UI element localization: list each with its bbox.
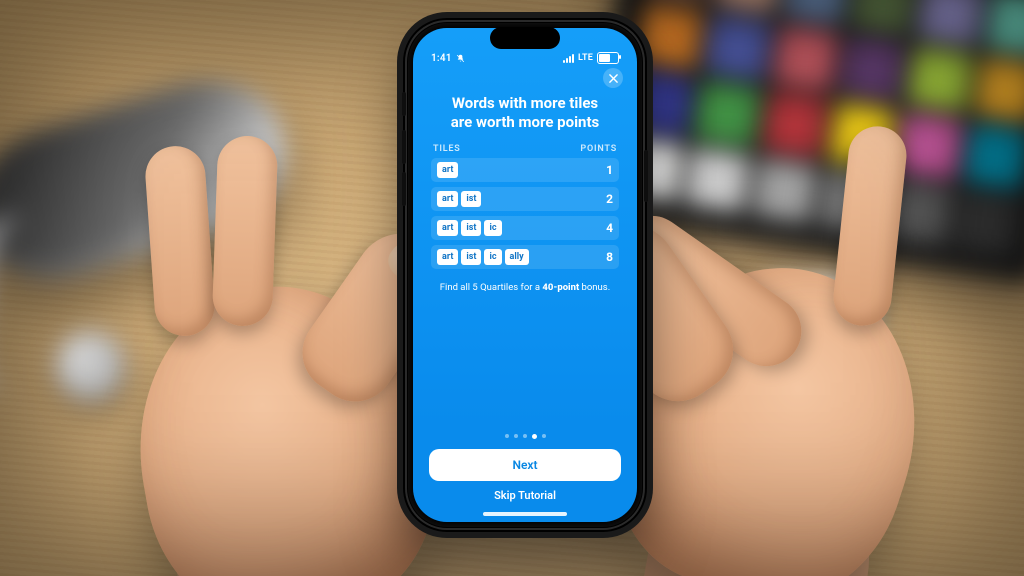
table-row: artist 2 bbox=[431, 187, 619, 211]
silent-mode-icon bbox=[456, 54, 465, 63]
bonus-prefix: Find all 5 Quartiles for a bbox=[440, 282, 543, 293]
color-swatch bbox=[705, 14, 772, 80]
color-swatch bbox=[964, 123, 1024, 189]
home-indicator[interactable] bbox=[483, 512, 567, 516]
word-tile: ic bbox=[484, 249, 501, 265]
headline-line-2: are worth more points bbox=[451, 113, 599, 131]
page-indicator[interactable] bbox=[413, 434, 637, 449]
color-swatch bbox=[783, 0, 850, 24]
word-tile: ally bbox=[505, 249, 529, 265]
network-type-label: LTE bbox=[578, 53, 593, 63]
page-dot[interactable] bbox=[523, 434, 527, 438]
iphone-device: 1:41 LTE Words with more bbox=[405, 20, 645, 530]
side-button bbox=[644, 150, 648, 202]
col-points: POINTS bbox=[580, 144, 617, 154]
word-tile: ist bbox=[461, 220, 481, 236]
points-table: TILES POINTS art1artist2artistic4artisti… bbox=[413, 142, 637, 274]
close-button[interactable] bbox=[603, 68, 623, 88]
color-swatch bbox=[985, 0, 1024, 56]
points-value: 4 bbox=[599, 221, 613, 235]
color-swatch bbox=[840, 35, 907, 101]
bonus-text: Find all 5 Quartiles for a 40-point bonu… bbox=[413, 274, 637, 293]
word-tile: ist bbox=[461, 191, 481, 207]
battery-icon bbox=[597, 52, 619, 64]
word-tile: art bbox=[437, 249, 458, 265]
dynamic-island bbox=[490, 27, 560, 49]
col-tiles: TILES bbox=[433, 144, 461, 154]
page-dot[interactable] bbox=[505, 434, 509, 438]
skip-tutorial-button[interactable]: Skip Tutorial bbox=[413, 489, 637, 512]
page-dot[interactable] bbox=[532, 434, 537, 439]
color-swatch bbox=[715, 0, 782, 13]
color-swatch bbox=[850, 0, 917, 34]
tutorial-headline: Words with more tiles are worth more poi… bbox=[413, 88, 637, 142]
table-row: artistically 8 bbox=[431, 245, 619, 269]
status-time: 1:41 bbox=[431, 53, 452, 64]
headline-line-1: Words with more tiles bbox=[452, 94, 598, 112]
photo-scene: 1:41 LTE Words with more bbox=[0, 0, 1024, 576]
bonus-suffix: bonus. bbox=[579, 282, 610, 293]
page-dot[interactable] bbox=[542, 434, 546, 438]
cellular-signal-icon bbox=[563, 54, 574, 63]
points-value: 8 bbox=[599, 250, 613, 264]
color-swatch bbox=[772, 24, 839, 90]
color-swatch bbox=[637, 3, 704, 69]
points-value: 2 bbox=[599, 192, 613, 206]
color-swatch bbox=[975, 56, 1024, 122]
color-swatch bbox=[918, 0, 985, 45]
word-tile: art bbox=[437, 191, 458, 207]
word-tile: ic bbox=[484, 220, 501, 236]
color-swatch bbox=[954, 190, 1021, 256]
table-row: art 1 bbox=[431, 158, 619, 182]
next-button[interactable]: Next bbox=[429, 449, 621, 481]
word-tile: art bbox=[437, 162, 458, 178]
table-row: artistic 4 bbox=[431, 216, 619, 240]
bonus-highlight: 40-point bbox=[542, 282, 579, 293]
color-swatch bbox=[907, 46, 974, 112]
page-dot[interactable] bbox=[514, 434, 518, 438]
action-button bbox=[402, 92, 406, 116]
word-tile: art bbox=[437, 220, 458, 236]
phone-screen: 1:41 LTE Words with more bbox=[413, 28, 637, 522]
word-tile: ist bbox=[461, 249, 481, 265]
volume-down-button bbox=[402, 172, 406, 206]
points-value: 1 bbox=[599, 163, 613, 177]
color-swatch bbox=[648, 0, 715, 2]
volume-up-button bbox=[402, 130, 406, 164]
